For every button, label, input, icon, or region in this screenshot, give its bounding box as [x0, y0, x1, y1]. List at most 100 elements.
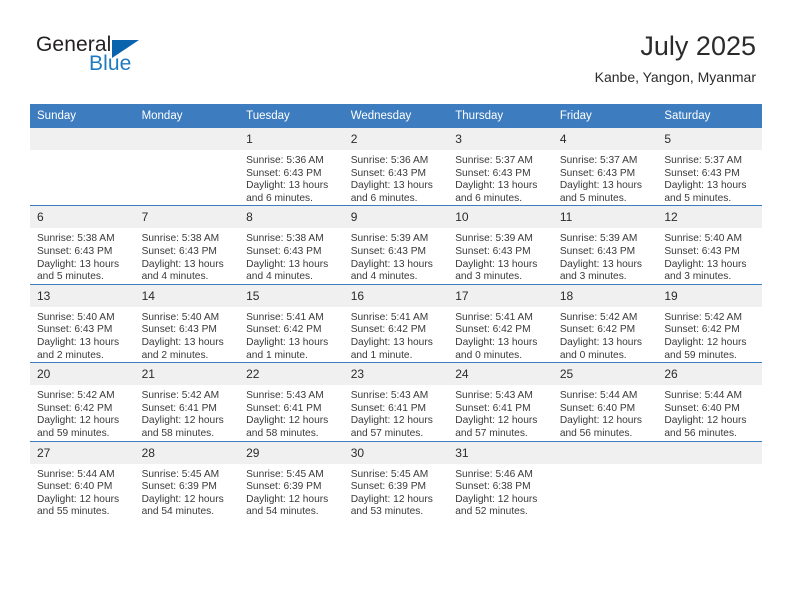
calendar-day-cell[interactable]: 21 Sunrise: 5:42 AM Sunset: 6:41 PM Dayligh…: [134, 362, 240, 442]
day-sun-info: Sunrise: 5:44 AM Sunset: 6:40 PM Daylight:…: [30, 464, 135, 519]
calendar-day-cell[interactable]: 18 Sunrise: 5:42 AM Sunset: 6:42 PM Dayligh…: [552, 284, 658, 364]
day-sun-info: Sunrise: 5:39 AM Sunset: 6:43 PM Daylight:…: [448, 228, 553, 283]
general-blue-logo[interactable]: General Blue: [36, 33, 216, 83]
sunrise-text: Sunrise: 5:38 AM: [246, 233, 324, 245]
calendar-day-cell[interactable]: 28 Sunrise: 5:45 AM Sunset: 6:39 PM Dayligh…: [134, 441, 240, 519]
calendar-day-cell[interactable]: 13 Sunrise: 5:40 AM Sunset: 6:43 PM Dayligh…: [30, 284, 135, 364]
calendar-day-cell-empty: [30, 128, 135, 207]
day-number: [552, 441, 658, 464]
daylight-text: Daylight: 13 hours and 4 minutes.: [350, 258, 433, 283]
calendar-day-cell[interactable]: 15 Sunrise: 5:41 AM Sunset: 6:42 PM Dayligh…: [239, 284, 344, 364]
sunrise-text: Sunrise: 5:42 AM: [141, 390, 220, 402]
day-sun-info: Sunrise: 5:39 AM Sunset: 6:43 PM Daylight:…: [553, 228, 658, 283]
calendar-page: General Blue July 2025 Kanbe, Yangon, My…: [0, 0, 792, 612]
day-sun-info: Sunrise: 5:38 AM Sunset: 6:43 PM Daylight:…: [239, 228, 344, 283]
calendar-day-cell[interactable]: 7 Sunrise: 5:38 AM Sunset: 6:43 PM Daylight…: [134, 205, 240, 285]
day-sun-info: Sunrise: 5:39 AM Sunset: 6:43 PM Daylight:…: [344, 228, 449, 283]
day-number: 6: [30, 206, 135, 229]
day-sun-info: Sunrise: 5:36 AM Sunset: 6:43 PM Daylight:…: [344, 150, 449, 205]
page-header: General Blue July 2025 Kanbe, Yangon, My…: [0, 0, 792, 104]
daylight-text: Daylight: 12 hours and 53 minutes.: [350, 493, 433, 518]
sunset-text: Sunset: 6:43 PM: [559, 245, 636, 257]
day-number: 7: [134, 206, 240, 229]
daylight-text: Daylight: 13 hours and 0 minutes.: [559, 336, 642, 361]
daylight-text: Daylight: 13 hours and 1 minute.: [246, 336, 329, 361]
sunset-text: Sunset: 6:42 PM: [37, 402, 113, 414]
calendar-day-cell[interactable]: 22 Sunrise: 5:43 AM Sunset: 6:41 PM Dayligh…: [239, 362, 344, 442]
calendar-day-cell[interactable]: 14 Sunrise: 5:40 AM Sunset: 6:43 PM Dayligh…: [134, 284, 240, 364]
daylight-text: Daylight: 13 hours and 2 minutes.: [141, 336, 224, 361]
calendar-day-cell[interactable]: 5 Sunrise: 5:37 AM Sunset: 6:43 PM Daylight…: [657, 128, 762, 207]
calendar-day-cell[interactable]: 26 Sunrise: 5:44 AM Sunset: 6:40 PM Dayligh…: [657, 362, 762, 442]
calendar-day-cell[interactable]: 30 Sunrise: 5:45 AM Sunset: 6:39 PM Dayligh…: [343, 441, 449, 519]
calendar-day-cell[interactable]: 6 Sunrise: 5:38 AM Sunset: 6:43 PM Daylight…: [30, 205, 135, 285]
calendar-day-cell[interactable]: 3 Sunrise: 5:37 AM Sunset: 6:43 PM Daylight…: [448, 128, 553, 207]
calendar-day-cell[interactable]: 10 Sunrise: 5:39 AM Sunset: 6:43 PM Dayligh…: [448, 205, 553, 285]
sunrise-text: Sunrise: 5:36 AM: [350, 155, 429, 166]
day-number: 5: [657, 128, 762, 150]
calendar-day-cell[interactable]: 24 Sunrise: 5:43 AM Sunset: 6:41 PM Dayligh…: [448, 362, 553, 442]
weekday-row: Sunday Monday Tuesday Wednesday Thursday Frid…: [30, 104, 762, 128]
calendar-day-cell[interactable]: 8 Sunrise: 5:38 AM Sunset: 6:43 PM Daylight…: [239, 205, 344, 285]
sunrise-text: Sunrise: 5:38 AM: [37, 233, 115, 245]
day-number: 12: [657, 206, 762, 229]
calendar-day-cell[interactable]: 23 Sunrise: 5:43 AM Sunset: 6:41 PM Dayligh…: [343, 362, 449, 442]
day-number: 11: [552, 206, 658, 229]
calendar-day-cell[interactable]: 27 Sunrise: 5:44 AM Sunset: 6:40 PM Dayligh…: [30, 441, 135, 519]
calendar-day-cell[interactable]: 11 Sunrise: 5:39 AM Sunset: 6:43 PM Dayligh…: [552, 205, 658, 285]
daylight-text: Daylight: 13 hours and 3 minutes.: [664, 258, 747, 283]
calendar-week-row: 1 Sunrise: 5:36 AM Sunset: 6:43 PM Daylight…: [30, 128, 762, 207]
calendar-day-cell[interactable]: 12 Sunrise: 5:40 AM Sunset: 6:43 PM Dayligh…: [657, 205, 762, 285]
daylight-text: Daylight: 12 hours and 59 minutes.: [664, 336, 747, 361]
daylight-text: Daylight: 12 hours and 59 minutes.: [37, 415, 120, 439]
sunrise-text: Sunrise: 5:37 AM: [664, 155, 742, 166]
calendar-day-cell[interactable]: 20 Sunrise: 5:42 AM Sunset: 6:42 PM Dayligh…: [30, 362, 135, 442]
day-number: 26: [657, 363, 762, 386]
day-number: [30, 128, 135, 150]
calendar-day-cell[interactable]: 1 Sunrise: 5:36 AM Sunset: 6:43 PM Daylight…: [239, 128, 344, 207]
daylight-text: Daylight: 12 hours and 55 minutes.: [37, 493, 120, 518]
sunset-text: Sunset: 6:42 PM: [664, 324, 740, 336]
calendar-grid: Sunday Monday Tuesday Wednesday Thursday Frid…: [30, 104, 762, 519]
calendar-day-cell[interactable]: 31 Sunrise: 5:46 AM Sunset: 6:38 PM Dayligh…: [448, 441, 553, 519]
calendar-day-cell[interactable]: 29 Sunrise: 5:45 AM Sunset: 6:39 PM Dayligh…: [239, 441, 344, 519]
sunset-text: Sunset: 6:43 PM: [559, 167, 636, 179]
calendar-week-row: 13 Sunrise: 5:40 AM Sunset: 6:43 PM Dayligh…: [30, 284, 762, 364]
day-sun-info: Sunrise: 5:45 AM Sunset: 6:39 PM Daylight:…: [239, 464, 344, 519]
calendar-day-cell[interactable]: 19 Sunrise: 5:42 AM Sunset: 6:42 PM Dayligh…: [657, 284, 762, 364]
sunrise-text: Sunrise: 5:37 AM: [559, 155, 638, 166]
day-sun-info: Sunrise: 5:43 AM Sunset: 6:41 PM Daylight:…: [344, 385, 449, 440]
calendar-day-cell[interactable]: 25 Sunrise: 5:44 AM Sunset: 6:40 PM Dayligh…: [552, 362, 658, 442]
sunset-text: Sunset: 6:43 PM: [664, 245, 740, 257]
sunrise-text: Sunrise: 5:38 AM: [141, 233, 220, 245]
sunrise-text: Sunrise: 5:41 AM: [246, 311, 324, 323]
sunset-text: Sunset: 6:43 PM: [350, 167, 427, 179]
day-number: 22: [239, 363, 344, 386]
calendar-day-cell[interactable]: 4 Sunrise: 5:37 AM Sunset: 6:43 PM Daylight…: [552, 128, 658, 207]
day-number: 9: [343, 206, 449, 229]
calendar-day-cell[interactable]: 9 Sunrise: 5:39 AM Sunset: 6:43 PM Daylight…: [343, 205, 449, 285]
day-number: 25: [552, 363, 658, 386]
sunset-text: Sunset: 6:43 PM: [37, 245, 113, 257]
calendar-day-cell[interactable]: 2 Sunrise: 5:36 AM Sunset: 6:43 PM Daylight…: [343, 128, 449, 207]
day-sun-info: Sunrise: 5:38 AM Sunset: 6:43 PM Daylight:…: [30, 228, 135, 283]
day-number: [657, 441, 762, 464]
sunrise-text: Sunrise: 5:44 AM: [559, 390, 638, 402]
title-block: July 2025 Kanbe, Yangon, Myanmar: [595, 30, 756, 86]
calendar-day-cell-empty: [552, 441, 658, 519]
daylight-text: Daylight: 13 hours and 2 minutes.: [37, 336, 120, 361]
day-sun-info: Sunrise: 5:45 AM Sunset: 6:39 PM Daylight:…: [135, 464, 240, 519]
sunset-text: Sunset: 6:40 PM: [37, 481, 113, 493]
day-sun-info: Sunrise: 5:42 AM Sunset: 6:42 PM Daylight:…: [657, 307, 762, 362]
daylight-text: Daylight: 13 hours and 4 minutes.: [141, 258, 224, 283]
weekday-header-saturday: Saturday: [657, 104, 762, 128]
weekday-header-thursday: Thursday: [448, 104, 553, 128]
day-number: 13: [30, 284, 135, 307]
calendar-day-cell[interactable]: 16 Sunrise: 5:41 AM Sunset: 6:42 PM Dayligh…: [343, 284, 449, 364]
daylight-text: Daylight: 13 hours and 4 minutes.: [246, 258, 329, 283]
daylight-text: Daylight: 13 hours and 6 minutes.: [350, 180, 433, 204]
day-sun-info: Sunrise: 5:46 AM Sunset: 6:38 PM Daylight:…: [448, 464, 553, 519]
calendar-day-cell-empty: [657, 441, 762, 519]
calendar-day-cell[interactable]: 17 Sunrise: 5:41 AM Sunset: 6:42 PM Dayligh…: [448, 284, 553, 364]
sunrise-text: Sunrise: 5:40 AM: [664, 233, 742, 245]
